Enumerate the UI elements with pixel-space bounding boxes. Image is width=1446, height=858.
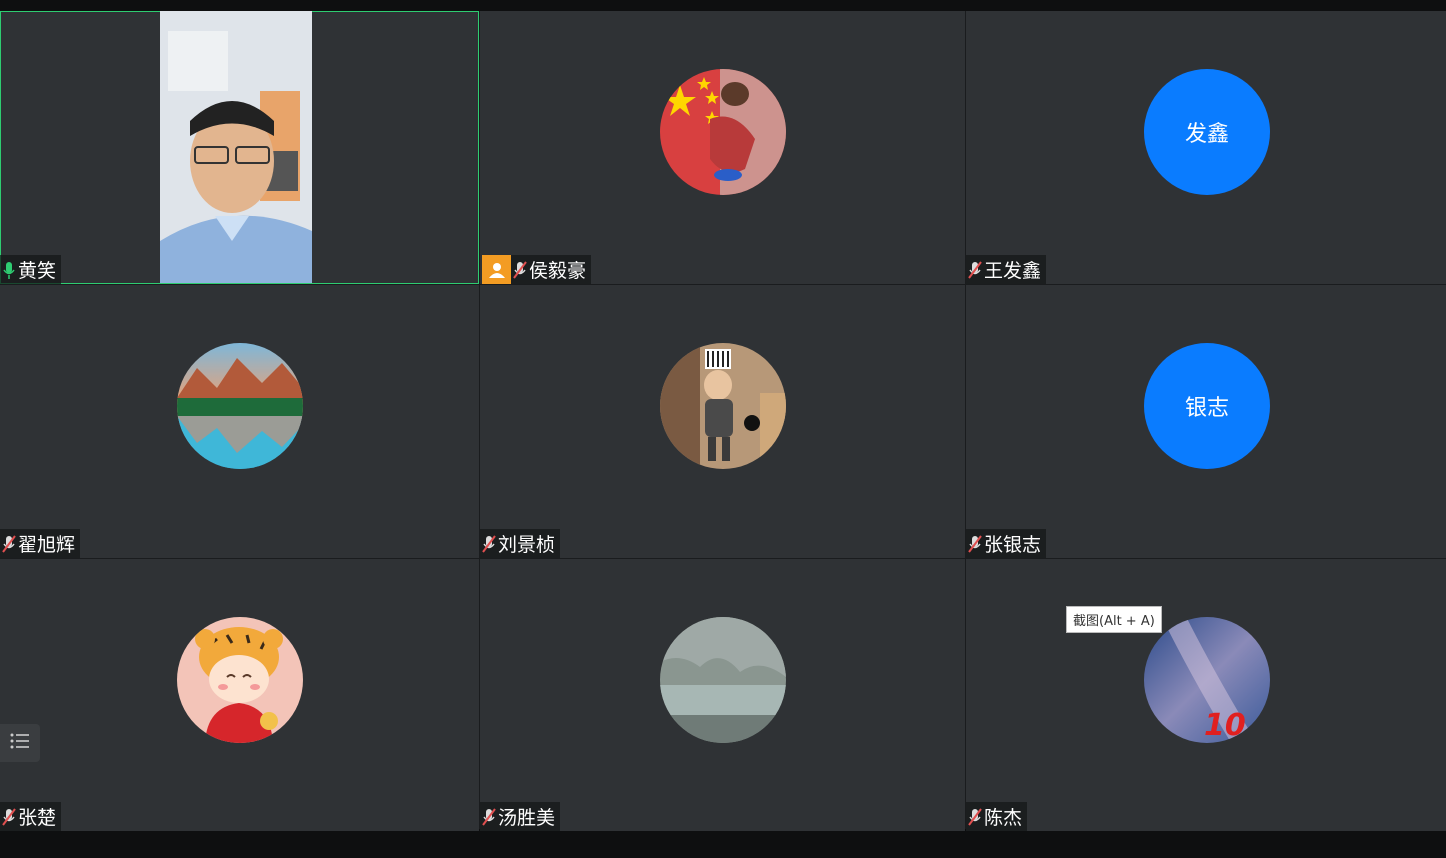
- mic-on-icon: [2, 260, 16, 280]
- participant-avatar: 银志: [1144, 343, 1270, 469]
- participant-name: 黄笑: [18, 260, 57, 282]
- participant-name: 张楚: [18, 807, 57, 829]
- mic-muted-icon: [513, 260, 527, 280]
- mic-muted-icon: [2, 807, 16, 827]
- avatar-text: 银志: [1184, 396, 1229, 421]
- mic-muted-icon: [968, 260, 982, 280]
- participant-nametag: 黄笑: [0, 255, 62, 284]
- participant-tile[interactable]: 张楚: [0, 559, 479, 831]
- participant-nametag: 侯毅豪: [511, 255, 592, 284]
- participant-name: 王发鑫: [984, 260, 1042, 282]
- participant-tile[interactable]: 黄笑: [0, 11, 479, 284]
- svg-text:10: 10: [1204, 708, 1246, 743]
- participant-nametag: 张楚: [0, 802, 62, 831]
- participant-avatar: [176, 343, 303, 469]
- participant-tile[interactable]: 发鑫 王发鑫: [966, 11, 1446, 284]
- mic-muted-icon: [482, 534, 496, 554]
- participant-name: 汤胜美: [498, 807, 556, 829]
- participant-nametag: 王发鑫: [966, 255, 1047, 284]
- video-grid: 黄笑 侯毅豪 发鑫 王发鑫 翟旭辉 刘景桢 银志 张银志 张楚 汤胜美 10 陈…: [0, 11, 1446, 831]
- participant-avatar: 发鑫: [1144, 69, 1270, 195]
- avatar-text: 发鑫: [1184, 122, 1229, 147]
- participant-avatar: [659, 69, 786, 195]
- participant-avatar: [659, 343, 786, 469]
- participant-avatar: [176, 617, 303, 743]
- participant-tile[interactable]: 刘景桢: [480, 285, 965, 558]
- participant-name: 翟旭辉: [18, 534, 76, 556]
- participant-tile[interactable]: 侯毅豪: [480, 11, 965, 284]
- participant-nametag: 张银志: [966, 529, 1047, 558]
- participant-name: 张银志: [984, 534, 1042, 556]
- mic-muted-icon: [482, 807, 496, 827]
- participant-name: 侯毅豪: [529, 260, 587, 282]
- mic-muted-icon: [968, 534, 982, 554]
- participant-list-button[interactable]: [0, 724, 40, 762]
- participant-name: 刘景桢: [498, 534, 556, 556]
- participant-nametag: 翟旭辉: [0, 529, 81, 558]
- participant-nametag: 刘景桢: [480, 529, 561, 558]
- participant-avatar: [659, 617, 786, 743]
- participant-tile[interactable]: 翟旭辉: [0, 285, 479, 558]
- participant-nametag: 汤胜美: [480, 802, 561, 831]
- participant-tile[interactable]: 汤胜美: [480, 559, 965, 831]
- screenshot-tooltip: 截图(Alt + A): [1066, 606, 1162, 633]
- list-icon: [9, 732, 31, 754]
- participant-tile[interactable]: 10 陈杰: [966, 559, 1446, 831]
- host-badge: [482, 255, 511, 284]
- mic-muted-icon: [2, 534, 16, 554]
- participant-nametag: 陈杰: [966, 802, 1028, 831]
- participant-avatar: 10: [1144, 617, 1270, 743]
- participant-video: [160, 11, 312, 283]
- participant-name: 陈杰: [984, 807, 1023, 829]
- mic-muted-icon: [968, 807, 982, 827]
- participant-tile[interactable]: 银志 张银志: [966, 285, 1446, 558]
